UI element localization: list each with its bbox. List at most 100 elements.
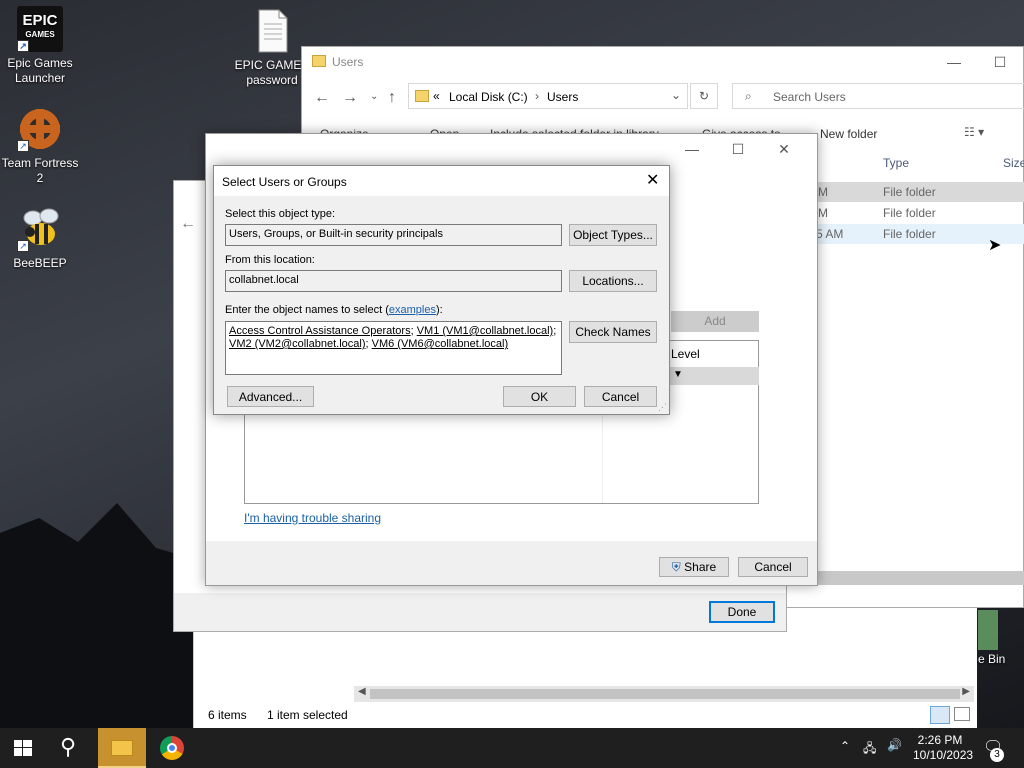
row-time: M — [818, 206, 828, 220]
row-type: File folder — [883, 227, 936, 241]
table-row[interactable]: M File folder — [802, 203, 1024, 223]
shortcut-arrow-icon: ↗ — [17, 240, 29, 252]
row-type: File folder — [883, 185, 936, 199]
show-hidden-icons-icon[interactable]: ⌃ — [840, 739, 850, 753]
desktop-icon-epic-password-file[interactable]: EPIC GAMES password — [232, 8, 312, 88]
maximize-icon[interactable]: ☐ — [977, 47, 1023, 77]
desktop-icon-recycle-bin[interactable]: e Bin — [976, 610, 1024, 670]
column-header-size[interactable]: Size — [1003, 156, 1024, 170]
text-file-icon — [249, 8, 295, 54]
resize-grip-icon[interactable]: ⋰ — [658, 402, 667, 413]
folder-icon — [312, 55, 326, 67]
up-arrow-icon[interactable]: ↑ — [388, 89, 396, 107]
advanced-button[interactable]: Advanced... — [227, 386, 314, 407]
epic-logo-subtext: GAMES — [25, 30, 55, 39]
mouse-cursor-icon: ➤ — [988, 237, 1002, 254]
row-time: 5 AM — [816, 227, 844, 241]
new-folder-button[interactable]: New folder — [820, 127, 877, 141]
select-users-dialog[interactable]: Select Users or Groups ✕ Select this obj… — [213, 165, 670, 415]
start-windows-icon[interactable] — [14, 740, 32, 756]
name-separator: ; — [553, 325, 557, 337]
check-names-button[interactable]: Check Names — [569, 321, 657, 343]
scroll-right-icon[interactable]: ▶ — [962, 686, 970, 697]
ok-button[interactable]: OK — [503, 386, 576, 407]
team-fortress-icon: ↗ — [17, 106, 63, 152]
close-icon[interactable]: ✕ — [761, 134, 807, 164]
desktop-icon-label: e Bin — [978, 652, 1006, 666]
examples-link[interactable]: examples — [389, 304, 436, 316]
object-type-label: Select this object type: — [225, 208, 336, 220]
address-bar[interactable]: « Local Disk (C:) › Users ⌄ — [408, 83, 688, 109]
column-header-level[interactable]: Level — [671, 347, 700, 361]
cancel-button[interactable]: Cancel — [584, 386, 657, 407]
window-title: Users — [332, 55, 364, 69]
maximize-icon[interactable]: ☐ — [715, 134, 761, 164]
share-button[interactable]: ⛨ Share — [659, 557, 729, 577]
forward-arrow-icon[interactable]: → — [342, 89, 358, 107]
view-options-icon[interactable]: ☷ ▾ — [964, 125, 984, 139]
horizontal-scrollbar[interactable]: ◀ ▶ — [354, 686, 974, 702]
details-view-icon[interactable] — [930, 706, 950, 724]
epic-games-icon: EPIC GAMES ↗ — [17, 6, 63, 52]
desktop-icon-label: BeeBEEP — [13, 256, 67, 270]
search-input[interactable]: ⌕ Search Users — [732, 83, 1024, 109]
object-names-input[interactable]: Access Control Assistance Operators; VM1… — [225, 321, 562, 375]
add-button[interactable]: Add — [671, 311, 759, 332]
row-type: File folder — [883, 206, 936, 220]
resolved-name: VM6 (VM6@collabnet.local) — [371, 338, 509, 350]
folder-icon — [415, 90, 429, 102]
large-icons-view-icon[interactable] — [954, 707, 970, 721]
volume-icon[interactable]: 🔊 — [887, 738, 902, 752]
back-arrow-icon[interactable]: ← — [314, 89, 330, 107]
object-types-button[interactable]: Object Types... — [569, 224, 657, 246]
done-button[interactable]: Done — [709, 601, 775, 623]
resolved-name: VM2 (VM2@collabnet.local) — [229, 338, 366, 350]
resolved-name: VM1 (VM1@collabnet.local) — [416, 325, 554, 337]
notification-badge: 3 — [990, 748, 1004, 762]
table-row[interactable]: M File folder — [802, 182, 1024, 202]
cancel-button[interactable]: Cancel — [738, 557, 808, 577]
recent-dropdown-icon[interactable]: ⌄ — [370, 91, 378, 102]
file-explorer-taskbar-button[interactable] — [98, 728, 146, 768]
back-arrow-icon[interactable]: ← — [180, 215, 196, 233]
clock-time: 2:26 PM — [917, 733, 963, 747]
refresh-icon[interactable]: ↻ — [690, 83, 718, 109]
clock[interactable]: 2:26 PM 10/10/2023 — [913, 733, 973, 763]
scrollbar-thumb[interactable] — [370, 689, 960, 699]
desktop-icon-epic-games[interactable]: EPIC GAMES ↗ Epic Games Launcher — [0, 6, 80, 86]
object-names-label: Enter the object names to select (exampl… — [225, 304, 443, 316]
desktop-icon-team-fortress[interactable]: ↗ Team Fortress 2 — [0, 106, 80, 186]
desktop-icon-label: EPIC GAMES password — [234, 58, 310, 87]
breadcrumb-local-disk[interactable]: Local Disk (C:) — [449, 90, 528, 104]
minimize-icon[interactable]: — — [669, 134, 715, 164]
scroll-left-icon[interactable]: ◀ — [358, 686, 366, 697]
epic-logo-text: EPIC — [22, 12, 58, 29]
recycle-bin-icon — [978, 610, 998, 650]
chevron-down-icon[interactable]: ⌄ — [671, 88, 681, 102]
folder-icon — [111, 740, 133, 756]
status-item-count: 6 items — [208, 708, 247, 722]
minimize-icon[interactable]: — — [931, 47, 977, 77]
location-label: From this location: — [225, 254, 315, 266]
horizontal-scrollbar[interactable] — [818, 571, 1024, 585]
dropdown-arrow-icon[interactable]: ▼ — [673, 369, 683, 380]
desktop-icon-beebeep[interactable]: ↗ BeeBEEP — [0, 206, 80, 271]
search-icon[interactable]: ⚲ — [60, 734, 76, 760]
status-selected-count: 1 item selected — [267, 708, 348, 722]
network-icon[interactable]: 🖧 — [863, 739, 876, 760]
window-controls: — ☐ — [931, 47, 1023, 77]
trouble-sharing-link[interactable]: I'm having trouble sharing — [244, 511, 381, 525]
breadcrumb-users[interactable]: Users — [547, 90, 578, 104]
object-names-label-text: Enter the object names to select ( — [225, 304, 389, 316]
wizard-footer — [174, 593, 786, 631]
window-controls: — ☐ ✕ — [669, 134, 807, 164]
share-button-label: Share — [684, 559, 717, 574]
column-header-type[interactable]: Type — [883, 156, 909, 170]
shield-icon: ⛨ — [671, 559, 681, 574]
close-icon[interactable]: ✕ — [646, 170, 659, 190]
address-overflow[interactable]: « — [433, 89, 440, 103]
shortcut-arrow-icon: ↗ — [17, 140, 29, 152]
chrome-icon[interactable] — [160, 736, 184, 760]
shortcut-arrow-icon: ↗ — [17, 40, 29, 52]
locations-button[interactable]: Locations... — [569, 270, 657, 292]
